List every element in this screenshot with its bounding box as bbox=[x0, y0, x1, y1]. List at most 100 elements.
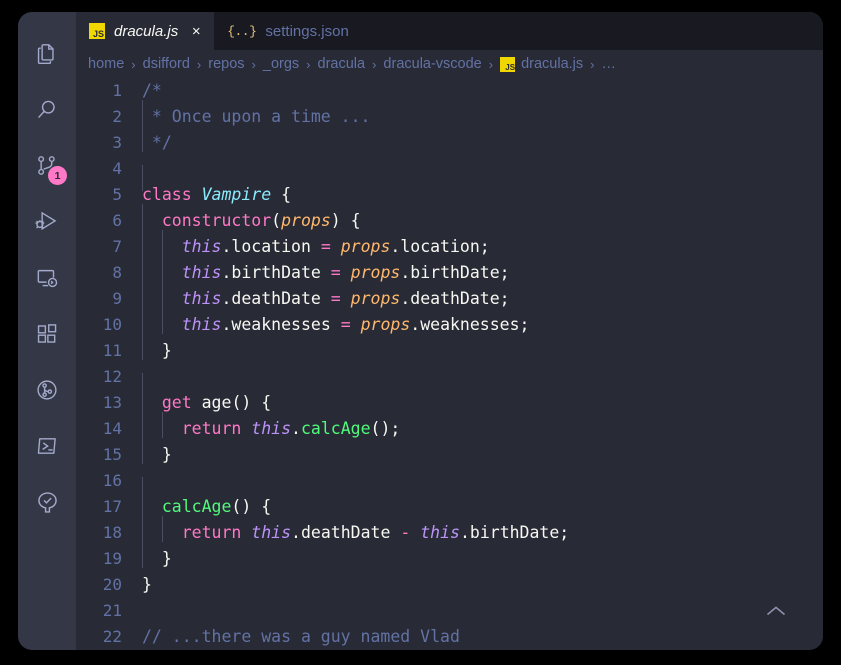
line-number: 5 bbox=[112, 185, 122, 204]
line-content: constructor(props) { bbox=[138, 204, 823, 234]
code-token: this bbox=[251, 523, 292, 542]
code-token: props bbox=[340, 237, 391, 256]
code-token: } bbox=[142, 341, 172, 360]
line-number: 3 bbox=[112, 133, 122, 152]
code-token: Vampire bbox=[201, 185, 272, 204]
line-number: 12 bbox=[102, 367, 122, 386]
breadcrumb-item-dracula-js[interactable]: JS dracula.js bbox=[499, 56, 584, 72]
line-number: 21 bbox=[102, 601, 122, 620]
line-content: * Once upon a time ... bbox=[138, 100, 823, 130]
breadcrumb-item-more[interactable]: … bbox=[601, 56, 618, 72]
tab-label: dracula.js bbox=[114, 22, 179, 40]
code-line: 11 } bbox=[76, 334, 823, 364]
tree-check-icon bbox=[34, 489, 61, 516]
line-content: calcAge() { bbox=[138, 490, 823, 520]
code-line: 3 */ bbox=[76, 126, 823, 156]
code-line: 4 bbox=[76, 156, 823, 191]
line-number: 8 bbox=[112, 263, 122, 282]
indent-guide bbox=[162, 256, 163, 282]
code-token: this bbox=[251, 419, 292, 438]
code-token: ) { bbox=[330, 211, 361, 230]
code-line: 18 return this.deathDate - this.birthDat… bbox=[76, 516, 823, 546]
sidebar-item-explorer[interactable] bbox=[18, 26, 76, 82]
tab-dracula-js[interactable]: JS dracula.js × bbox=[76, 12, 215, 50]
sidebar-item-run-and-debug[interactable] bbox=[18, 194, 76, 250]
code-line: 22 // ...there was a guy named Vlad bbox=[76, 624, 823, 650]
indent-guide bbox=[142, 230, 143, 256]
sidebar-item-source-control[interactable]: 1 bbox=[18, 138, 76, 194]
code-token: this bbox=[420, 523, 460, 542]
indent-guide bbox=[142, 126, 143, 152]
code-token: () { bbox=[231, 393, 272, 412]
code-token: return bbox=[181, 419, 242, 438]
sidebar-item-project-tree[interactable] bbox=[18, 474, 76, 530]
line-number: 20 bbox=[102, 575, 122, 594]
breadcrumb-item-label: dracula.js bbox=[521, 56, 584, 72]
line-number: 11 bbox=[102, 341, 122, 360]
code-token: props bbox=[360, 315, 411, 334]
code-token: .location; bbox=[390, 237, 490, 256]
code-editor[interactable]: 1/* 2 * Once upon a time ... 3 */4 5 class V… bbox=[76, 78, 823, 650]
tab-settings-json[interactable]: {..} settings.json bbox=[214, 12, 360, 50]
code-token: } bbox=[142, 575, 152, 594]
code-line: 12 bbox=[76, 364, 823, 399]
code-token: age bbox=[201, 393, 232, 412]
code-token: .weaknesses bbox=[221, 315, 331, 334]
line-number: 16 bbox=[102, 471, 122, 490]
code-line: 17 calcAge() { bbox=[76, 490, 823, 520]
line-content: // ...there was a guy named Vlad bbox=[138, 624, 823, 650]
vscode-window: 1 JS dracula.js × {..} settings.json hom… bbox=[18, 12, 823, 650]
code-line: 2 * Once upon a time ... bbox=[76, 100, 823, 130]
editor-area: JS dracula.js × {..} settings.json home … bbox=[76, 12, 823, 650]
close-icon[interactable]: × bbox=[189, 24, 203, 39]
sidebar-item-terminal-powershell[interactable] bbox=[18, 418, 76, 474]
line-content: } bbox=[138, 572, 823, 598]
sidebar-item-remote-explorer[interactable] bbox=[18, 250, 76, 306]
code-token: (); bbox=[370, 419, 401, 438]
code-token: this bbox=[181, 263, 222, 282]
breadcrumb-item-dracula-vscode[interactable]: dracula-vscode bbox=[382, 56, 482, 72]
code-token: .birthDate bbox=[221, 263, 321, 282]
line-number: 18 bbox=[102, 523, 122, 542]
breadcrumb-item-home[interactable]: home bbox=[87, 56, 125, 72]
line-content: get age() { bbox=[138, 386, 823, 416]
indent-guide bbox=[142, 256, 143, 282]
code-token: props bbox=[350, 263, 401, 282]
code-token: return bbox=[181, 523, 242, 542]
code-line: 9 this.deathDate = props.deathDate; bbox=[76, 282, 823, 312]
code-token: props bbox=[281, 211, 331, 230]
sidebar-item-search[interactable] bbox=[18, 82, 76, 138]
breadcrumb-separator: › bbox=[306, 56, 311, 72]
indent-guide bbox=[162, 230, 163, 256]
sidebar-item-extensions[interactable] bbox=[18, 306, 76, 362]
indent-guide bbox=[142, 308, 143, 334]
line-number: 1 bbox=[112, 81, 122, 100]
remote-explorer-icon bbox=[34, 265, 60, 291]
indent-guide bbox=[142, 100, 143, 126]
line-number: 6 bbox=[112, 211, 122, 230]
breadcrumb-separator: › bbox=[590, 56, 595, 72]
code-token: = bbox=[340, 315, 351, 334]
chevron-up-icon[interactable] bbox=[759, 598, 793, 624]
breadcrumb: home › dsifford › repos › _orgs › dracul… bbox=[76, 50, 823, 78]
breadcrumb-item-dsifford[interactable]: dsifford bbox=[142, 56, 191, 72]
code-token: } bbox=[142, 445, 172, 464]
sidebar-item-gitlens[interactable] bbox=[18, 362, 76, 418]
line-number: 2 bbox=[112, 107, 122, 126]
code-line: 1 /* bbox=[76, 78, 823, 104]
indent-guide bbox=[162, 308, 163, 334]
code-line: 10 this.weaknesses = props.weaknesses; bbox=[76, 308, 823, 338]
tab-bar: JS dracula.js × {..} settings.json bbox=[76, 12, 823, 50]
code-line: 21 bbox=[76, 598, 823, 624]
breadcrumb-item-repos[interactable]: repos bbox=[207, 56, 245, 72]
code-token: { bbox=[271, 185, 292, 204]
breadcrumb-item-dracula[interactable]: dracula bbox=[317, 56, 367, 72]
breadcrumb-item-orgs[interactable]: _orgs bbox=[262, 56, 300, 72]
